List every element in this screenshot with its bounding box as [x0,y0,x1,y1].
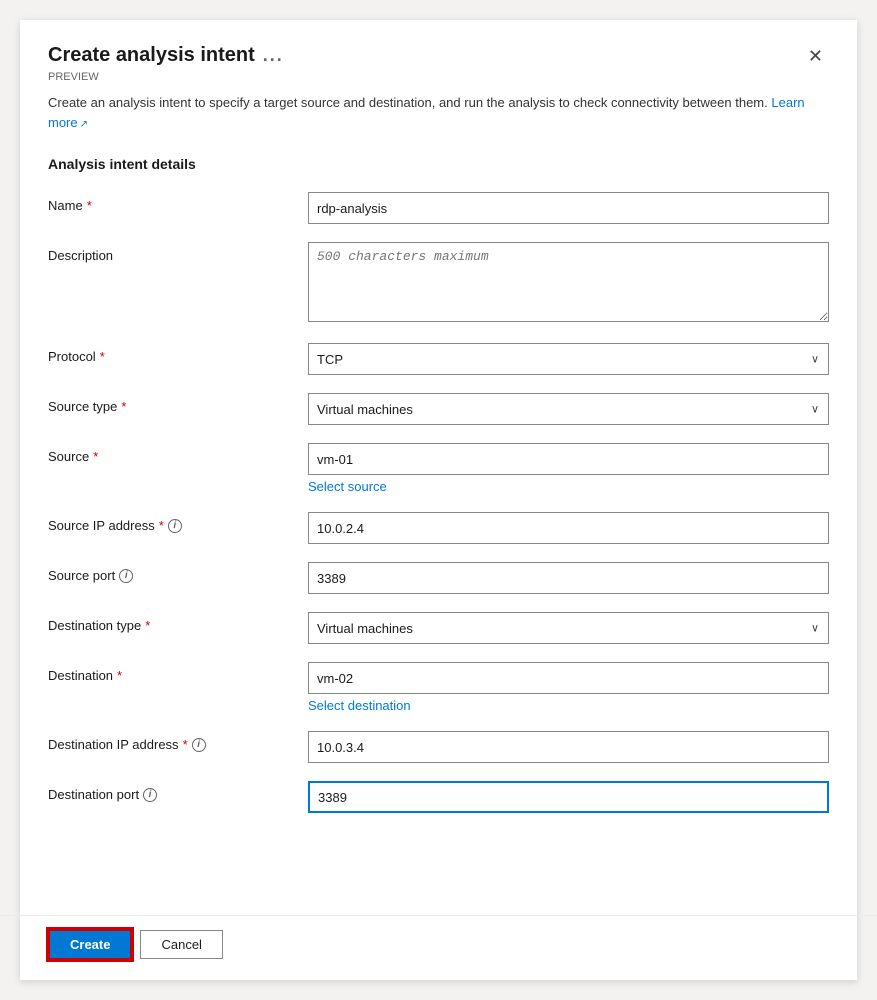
source-input[interactable] [308,443,829,475]
destination-type-select[interactable]: Virtual machines IP address Internet [308,612,829,644]
panel-header: Create analysis intent ... ✕ [48,44,829,67]
destination-required: * [117,668,122,683]
create-analysis-intent-panel: Create analysis intent ... ✕ PREVIEW Cre… [20,20,857,980]
protocol-select-wrap: TCP UDP ICMP Any ∨ [308,343,829,375]
destination-ip-input[interactable] [308,731,829,763]
destination-port-control-wrap [308,781,829,813]
source-port-input[interactable] [308,562,829,594]
panel-description: Create an analysis intent to specify a t… [48,93,829,132]
source-ip-field-row: Source IP address * i [48,512,829,544]
name-required: * [87,198,92,213]
destination-port-label: Destination port i [48,781,308,802]
close-icon: ✕ [808,46,823,66]
destination-type-required: * [145,618,150,633]
source-type-select-wrap: Virtual machines IP address Internet ∨ [308,393,829,425]
destination-port-field-row: Destination port i [48,781,829,813]
description-control-wrap [308,242,829,325]
destination-ip-field-row: Destination IP address * i [48,731,829,763]
source-type-select[interactable]: Virtual machines IP address Internet [308,393,829,425]
select-destination-link[interactable]: Select destination [308,698,829,713]
source-control-wrap: Select source [308,443,829,494]
source-type-required: * [121,399,126,414]
name-label: Name * [48,192,308,213]
destination-control-wrap: Select destination [308,662,829,713]
more-options-button[interactable]: ... [263,45,284,66]
section-title: Analysis intent details [48,156,829,172]
name-input[interactable] [308,192,829,224]
destination-ip-info-icon[interactable]: i [192,738,206,752]
destination-type-control-wrap: Virtual machines IP address Internet ∨ [308,612,829,644]
destination-type-field-row: Destination type * Virtual machines IP a… [48,612,829,644]
protocol-control-wrap: TCP UDP ICMP Any ∨ [308,343,829,375]
description-label: Description [48,242,308,263]
source-ip-label: Source IP address * i [48,512,308,533]
description-text: Create an analysis intent to specify a t… [48,95,768,110]
external-link-icon: ↗ [80,119,88,130]
cancel-button[interactable]: Cancel [140,930,222,959]
source-type-control-wrap: Virtual machines IP address Internet ∨ [308,393,829,425]
source-ip-required: * [159,518,164,533]
description-field-row: Description [48,242,829,325]
description-textarea[interactable] [308,242,829,322]
source-ip-info-icon[interactable]: i [168,519,182,533]
destination-input[interactable] [308,662,829,694]
source-port-info-icon[interactable]: i [119,569,133,583]
source-ip-control-wrap [308,512,829,544]
destination-port-info-icon[interactable]: i [143,788,157,802]
source-required: * [93,449,98,464]
protocol-field-row: Protocol * TCP UDP ICMP Any ∨ [48,343,829,375]
destination-ip-required: * [183,737,188,752]
source-field-row: Source * Select source [48,443,829,494]
source-label: Source * [48,443,308,464]
footer-divider [0,915,877,916]
panel-title-group: Create analysis intent ... [48,44,284,67]
source-port-field-row: Source port i [48,562,829,594]
close-button[interactable]: ✕ [802,45,829,67]
source-type-field-row: Source type * Virtual machines IP addres… [48,393,829,425]
source-port-control-wrap [308,562,829,594]
destination-label: Destination * [48,662,308,683]
create-button[interactable]: Create [48,929,132,960]
destination-type-select-wrap: Virtual machines IP address Internet ∨ [308,612,829,644]
destination-ip-control-wrap [308,731,829,763]
name-field-row: Name * [48,192,829,224]
destination-ip-label: Destination IP address * i [48,731,308,752]
destination-field-row: Destination * Select destination [48,662,829,713]
select-source-link[interactable]: Select source [308,479,829,494]
destination-type-label: Destination type * [48,612,308,633]
protocol-label: Protocol * [48,343,308,364]
source-type-label: Source type * [48,393,308,414]
source-ip-input[interactable] [308,512,829,544]
preview-label: PREVIEW [48,71,829,83]
destination-port-input[interactable] [308,781,829,813]
footer-actions: Create Cancel [48,929,223,960]
protocol-select[interactable]: TCP UDP ICMP Any [308,343,829,375]
panel-title-text: Create analysis intent [48,44,255,67]
name-control-wrap [308,192,829,224]
protocol-required: * [100,349,105,364]
source-port-label: Source port i [48,562,308,583]
